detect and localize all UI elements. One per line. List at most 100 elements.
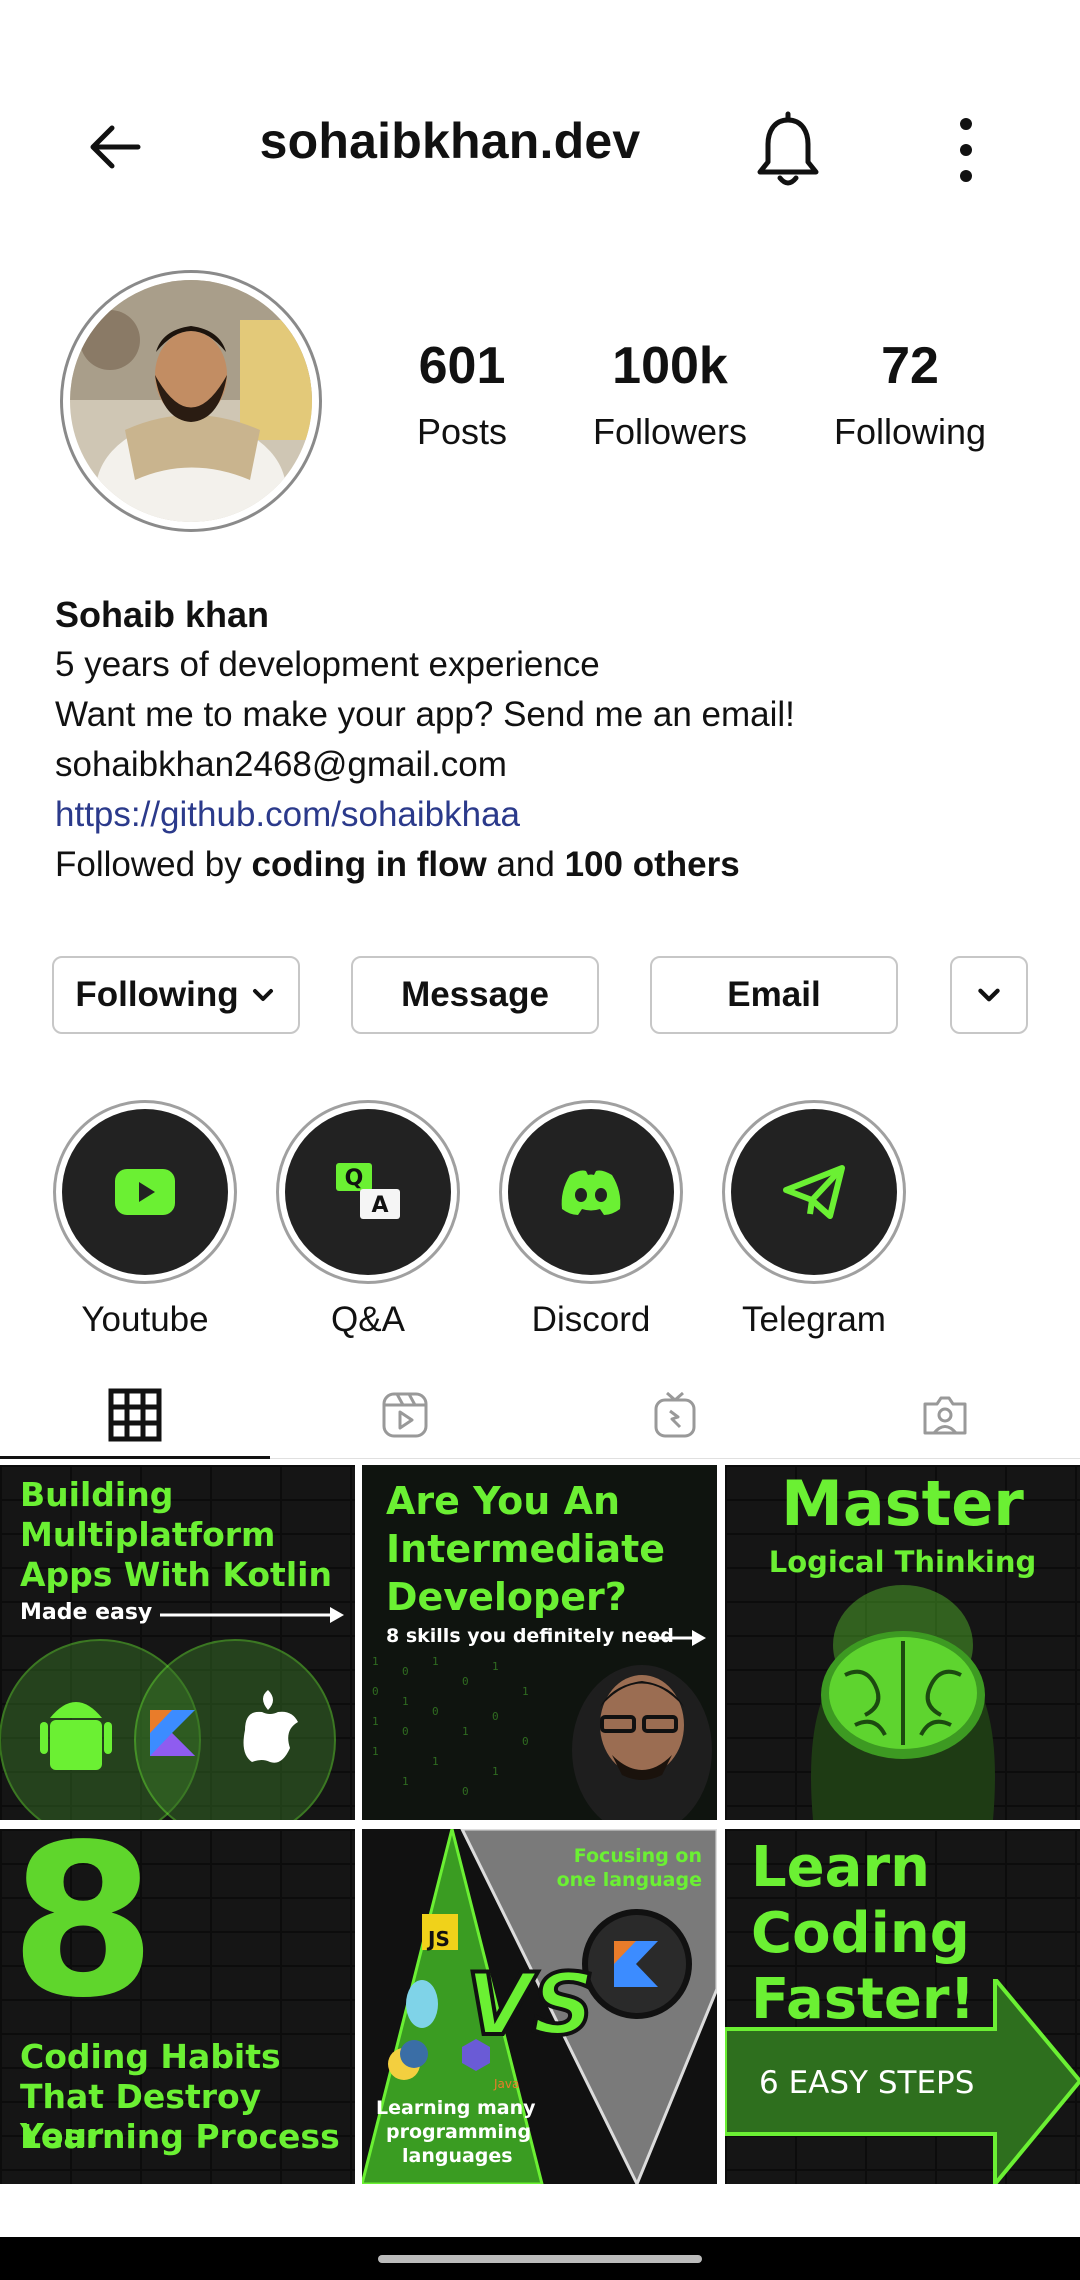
discord-icon	[561, 1170, 621, 1215]
post-tile[interactable]: Master Logical Thinking	[725, 1465, 1080, 1820]
followers-count: 100k	[612, 337, 728, 395]
tab-posts-grid[interactable]	[0, 1370, 270, 1460]
highlight-qa[interactable]: QA Q&A	[276, 1100, 460, 1340]
post-tile[interactable]: 1 0 1 1 0 1 0 1 1 0 1 0 1 0 1 0 1 1 0 Are You An Inte…	[362, 1465, 717, 1820]
notification-bell-icon[interactable]	[752, 110, 824, 190]
post-tile[interactable]: JS Java VS Focusing on one language Lear…	[362, 1829, 717, 2184]
matrix-code-graphic: 1 0 1 1 0 1 0 1 1 0 1 0 1 0 1 0 1 1 0	[372, 1655, 712, 1820]
following-count: 72	[881, 337, 939, 395]
svg-text:0: 0	[462, 1675, 469, 1688]
highlight-ring	[722, 1100, 906, 1284]
chevron-down-icon	[978, 988, 1000, 1002]
back-arrow-icon[interactable]	[80, 112, 150, 182]
stat-following[interactable]: 72 Following	[820, 340, 1000, 450]
post-title-line: Logical Thinking	[768, 1545, 1037, 1579]
suggested-accounts-button[interactable]	[950, 956, 1028, 1034]
post-tile[interactable]: Building Multiplatform Apps With Kotlin …	[0, 1465, 355, 1820]
highlight-youtube[interactable]: Youtube	[53, 1100, 237, 1340]
post-title-line: Coding Habits	[20, 2037, 281, 2076]
svg-text:1: 1	[432, 1755, 439, 1768]
top-app-bar: sohaibkhan.dev	[0, 0, 1080, 220]
versus-label: VS	[464, 1953, 596, 2057]
tab-reels[interactable]	[270, 1370, 540, 1460]
reels-icon	[382, 1392, 428, 1438]
svg-text:1: 1	[402, 1775, 409, 1788]
svg-text:0: 0	[372, 1685, 379, 1698]
post-caption-line: Focusing on	[573, 1845, 702, 1867]
svg-text:0: 0	[492, 1710, 499, 1723]
followed-by-mid: and	[486, 845, 565, 884]
svg-text:0: 0	[462, 1785, 469, 1798]
svg-text:1: 1	[492, 1660, 499, 1673]
tab-igtv[interactable]	[540, 1370, 810, 1460]
post-big-number: 8	[10, 1829, 157, 2044]
highlight-label: Youtube	[81, 1300, 209, 1339]
post-title-line: Intermediate	[386, 1527, 666, 1571]
svg-text:Q: Q	[345, 1166, 364, 1191]
home-gesture-handle[interactable]	[378, 2255, 702, 2263]
followers-label: Followers	[592, 411, 748, 452]
svg-text:1: 1	[462, 1725, 469, 1738]
post-tile[interactable]: 8 Coding Habits That Destroy Your Learni…	[0, 1829, 355, 2184]
highlight-label: Discord	[531, 1300, 651, 1339]
igtv-icon	[654, 1391, 696, 1438]
highlight-telegram[interactable]: Telegram	[722, 1100, 906, 1340]
svg-text:0: 0	[402, 1665, 409, 1678]
chevron-down-icon	[252, 989, 273, 1001]
post-title-line: Learning Process	[20, 2117, 340, 2156]
bio-line: Want me to make your app? Send me an ema…	[55, 695, 795, 734]
post-subtitle: Made easy	[20, 1600, 153, 1625]
svg-text:0: 0	[402, 1725, 409, 1738]
followed-by-prefix: Followed by	[55, 845, 252, 884]
post-title-line: Apps With Kotlin	[20, 1555, 332, 1594]
svg-text:1: 1	[372, 1745, 379, 1758]
arrow-graphic	[160, 1607, 344, 1623]
active-tab-indicator	[0, 1456, 270, 1459]
bio-website-link[interactable]: https://github.com/sohaibkhaa	[55, 790, 1035, 840]
posts-count: 601	[418, 337, 506, 395]
tab-tagged[interactable]	[810, 1370, 1080, 1460]
bio-email: sohaibkhan2468@gmail.com	[55, 745, 507, 784]
post-caption-line: programming	[386, 2121, 532, 2143]
message-button-label: Message	[401, 975, 549, 1014]
followed-by-user: coding in flow	[251, 845, 487, 884]
email-button[interactable]: Email	[650, 956, 898, 1034]
stat-posts[interactable]: 601 Posts	[402, 340, 522, 450]
stat-followers[interactable]: 100k Followers	[580, 340, 760, 450]
followed-by-others: 100 others	[564, 845, 740, 884]
post-tile[interactable]: Learn Coding Faster! 6 EASY STEPS	[725, 1829, 1080, 2184]
following-button[interactable]: Following	[52, 956, 300, 1034]
tagged-icon	[923, 1396, 967, 1435]
display-name: Sohaib khan	[55, 594, 270, 635]
highlight-discord[interactable]: Discord	[499, 1100, 683, 1340]
svg-text:1: 1	[372, 1655, 379, 1668]
svg-text:1: 1	[522, 1685, 529, 1698]
post-title-line: Faster!	[751, 1967, 975, 2032]
post-caption-line: one language	[556, 1869, 702, 1891]
svg-text:1: 1	[492, 1765, 499, 1778]
post-caption-line: languages	[402, 2145, 513, 2167]
svg-text:1: 1	[432, 1655, 439, 1668]
java-logo-label: Java	[494, 2077, 520, 2091]
more-options-icon[interactable]	[948, 110, 984, 190]
qa-icon: QA	[336, 1163, 400, 1219]
arrow-graphic	[654, 1630, 706, 1646]
following-button-label: Following	[75, 975, 239, 1014]
svg-text:A: A	[371, 1193, 388, 1218]
post-title-line: Are You An	[386, 1479, 621, 1523]
grid-icon	[108, 1388, 162, 1442]
youtube-icon	[115, 1169, 175, 1215]
message-button[interactable]: Message	[351, 956, 599, 1034]
post-title-line: Coding	[751, 1901, 970, 1966]
highlight-label: Telegram	[742, 1300, 886, 1339]
profile-avatar[interactable]	[70, 280, 312, 522]
post-title-line: Learn	[751, 1835, 930, 1900]
highlight-label: Q&A	[331, 1300, 405, 1339]
brain-graphic	[811, 1585, 995, 1820]
followed-by[interactable]: Followed by coding in flow and 100 other…	[55, 840, 1035, 890]
bio-line: 5 years of development experience	[55, 645, 600, 684]
posts-label: Posts	[416, 411, 508, 452]
post-subtitle: 8 skills you definitely need	[386, 1625, 674, 1647]
post-title-line: Master	[781, 1467, 1024, 1540]
telegram-icon	[783, 1165, 845, 1219]
